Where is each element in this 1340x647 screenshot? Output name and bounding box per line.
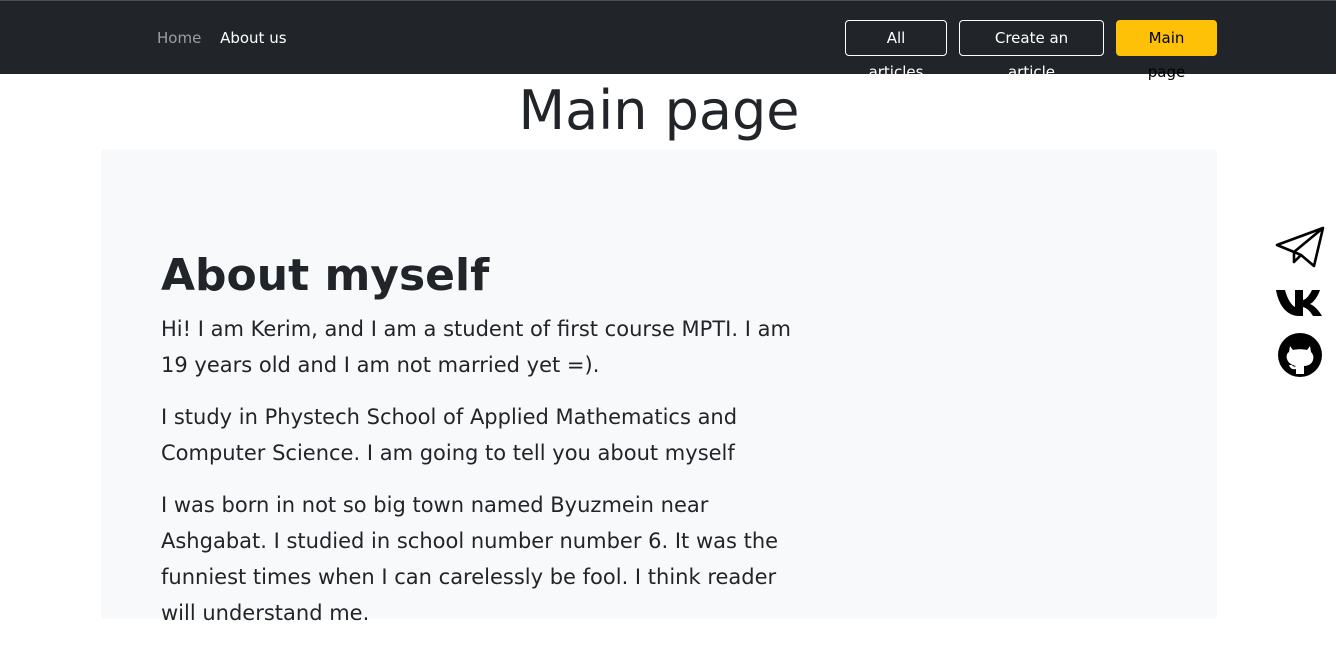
all-articles-button[interactable]: All articles: [845, 20, 947, 81]
telegram-icon[interactable]: [1274, 224, 1326, 270]
about-paragraph: I study in Phystech School of Applied Ma…: [161, 405, 738, 465]
about-body: Hi! I am Kerim, and I am a student of fi…: [161, 311, 811, 647]
top-navbar: Home About us All articles Create an art…: [0, 0, 1336, 81]
nav-about-link[interactable]: About us: [220, 29, 286, 47]
create-article-button[interactable]: Create an article: [959, 20, 1104, 81]
about-heading: About myself: [161, 250, 490, 301]
github-icon[interactable]: [1274, 332, 1326, 378]
social-links: [1274, 224, 1330, 386]
nav-home-link[interactable]: Home: [157, 29, 201, 47]
vk-icon[interactable]: [1274, 278, 1326, 324]
main-page-button[interactable]: Main page: [1116, 20, 1217, 81]
about-paragraph: I was born in not so big town named Byuz…: [161, 493, 779, 625]
page-title: Main page: [518, 79, 800, 142]
about-paragraph: Hi! I am Kerim, and I am a student of fi…: [161, 317, 791, 377]
nav-links: Home About us: [157, 28, 301, 48]
about-card: About myself Hi! I am Kerim, and I am a …: [101, 149, 1217, 625]
